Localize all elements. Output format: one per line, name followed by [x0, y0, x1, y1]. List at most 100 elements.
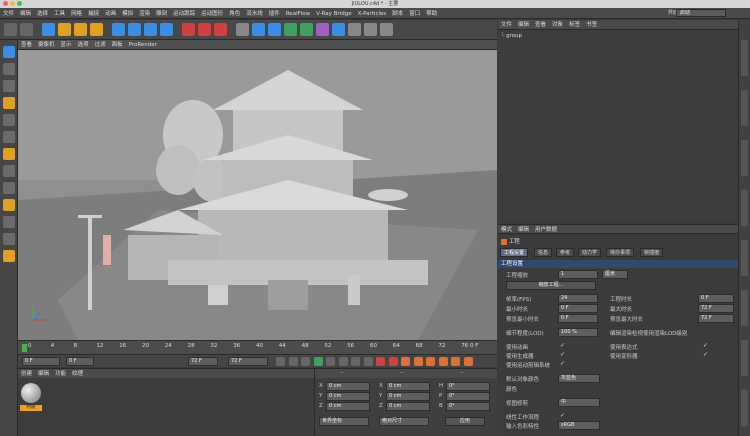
motion-system-checkbox[interactable]: ✓	[560, 360, 565, 367]
scene-icon[interactable]	[316, 23, 329, 36]
record-icon[interactable]	[376, 357, 385, 366]
material-menu-item[interactable]: 纹理	[69, 370, 86, 379]
next-key-icon[interactable]	[338, 357, 348, 366]
key-rot-icon[interactable]	[413, 357, 423, 366]
workplane-icon[interactable]	[3, 80, 15, 92]
menu-item[interactable]: 网格	[68, 9, 85, 20]
coord-scale-select[interactable]: 绝对尺寸	[379, 417, 429, 426]
attr-tab[interactable]: 帧插值	[640, 248, 664, 257]
rotate-icon[interactable]	[90, 23, 103, 36]
menu-item[interactable]: 工具	[51, 9, 68, 20]
object-menu-item[interactable]: 对象	[549, 20, 566, 30]
floor-icon[interactable]	[364, 23, 377, 36]
viewport-menu-item[interactable]: ProRender	[126, 40, 160, 50]
use-expression-checkbox[interactable]: ✓	[703, 342, 708, 349]
material-menu-item[interactable]: 功能	[52, 370, 69, 379]
lod-field[interactable]: 100 %	[558, 328, 598, 337]
scale-project-button[interactable]: 缩放工程...	[506, 281, 596, 290]
viewport[interactable]	[18, 50, 497, 340]
menu-item[interactable]: 角色	[226, 9, 243, 20]
texture-mode-icon[interactable]	[3, 63, 15, 75]
attr-tab[interactable]: 参考	[556, 248, 575, 257]
dock-tab[interactable]	[741, 240, 748, 276]
y-axis-icon[interactable]	[128, 23, 141, 36]
soft-select-icon[interactable]	[3, 250, 15, 262]
coord-mode-select[interactable]: 世界坐标	[319, 417, 369, 426]
viewport-menu-item[interactable]: 选项	[75, 40, 92, 50]
select-icon[interactable]	[42, 23, 55, 36]
viewport-menu-item[interactable]: 面板	[109, 40, 126, 50]
coord-field[interactable]: 0°	[446, 392, 490, 401]
menu-item[interactable]: 运动图形	[198, 9, 226, 20]
scale-icon[interactable]	[74, 23, 87, 36]
undo-icon[interactable]	[4, 23, 17, 36]
cube-icon[interactable]	[236, 23, 249, 36]
loop-icon[interactable]	[363, 357, 373, 366]
menu-item[interactable]: 编辑	[17, 9, 34, 20]
object-menu-item[interactable]: 文件	[498, 20, 515, 30]
viewport-menu-item[interactable]: 摄像机	[35, 40, 58, 50]
dock-tab[interactable]	[741, 140, 748, 176]
pen-icon[interactable]	[252, 23, 265, 36]
light-icon[interactable]	[348, 23, 361, 36]
start-frame-field[interactable]: 0 F	[66, 357, 94, 366]
menu-item[interactable]: 选择	[34, 9, 51, 20]
preview-max-field[interactable]: 72 F	[698, 314, 734, 323]
material-menu-item[interactable]: 编辑	[35, 370, 52, 379]
x-axis-icon[interactable]	[112, 23, 125, 36]
dock-tab[interactable]	[741, 190, 748, 226]
move-icon[interactable]	[58, 23, 71, 36]
menu-item[interactable]: X-Particles	[355, 9, 390, 20]
coord-field[interactable]: 0 cm	[326, 392, 370, 401]
sculpt-icon[interactable]	[3, 199, 15, 211]
linear-workflow-checkbox[interactable]: ✓	[560, 412, 565, 419]
playhead[interactable]	[22, 344, 27, 352]
preview-min-field[interactable]: 0 F	[558, 314, 598, 323]
timeline-icon[interactable]	[463, 357, 473, 366]
menu-item[interactable]: 流水线	[243, 9, 266, 20]
use-generators-checkbox[interactable]: ✓	[560, 351, 565, 358]
key-param-icon[interactable]	[438, 357, 448, 366]
attr-tab[interactable]: 信息	[534, 248, 553, 257]
coord-field[interactable]: 0 cm	[386, 402, 430, 411]
viewport-menu-item[interactable]: 显示	[58, 40, 75, 50]
points-icon[interactable]	[3, 97, 15, 109]
redo-icon[interactable]	[20, 23, 33, 36]
view-clip-select[interactable]: 中	[558, 398, 600, 407]
menu-item[interactable]: 模拟	[119, 9, 136, 20]
key-pos-icon[interactable]	[401, 357, 410, 366]
scale-unit-select[interactable]: 厘米	[602, 270, 628, 279]
viewport-menu-item[interactable]: 过滤	[92, 40, 109, 50]
coord-field[interactable]: 0°	[446, 402, 490, 411]
attr-tab[interactable]: 待办事项	[606, 248, 635, 257]
key-pla-icon[interactable]	[451, 357, 460, 366]
subdivide-icon[interactable]	[268, 23, 281, 36]
zoom-icon[interactable]	[17, 1, 22, 6]
default-color-select[interactable]: 灰蓝色	[558, 374, 600, 383]
dock-tab[interactable]	[741, 290, 748, 326]
object-menu-item[interactable]: 书签	[583, 20, 600, 30]
menu-item[interactable]: 运动跟踪	[170, 9, 198, 20]
menu-item[interactable]: 动画	[102, 9, 119, 20]
max-time-field[interactable]: 72 F	[698, 304, 734, 313]
enable-axis-icon[interactable]	[3, 216, 15, 228]
prev-key-icon[interactable]	[288, 357, 298, 366]
fps-field[interactable]: 24	[558, 294, 598, 303]
axis-icon[interactable]	[3, 148, 15, 160]
coord-field[interactable]: 0 cm	[326, 402, 370, 411]
deformer-icon[interactable]	[300, 23, 313, 36]
object-menu-item[interactable]: 标签	[566, 20, 583, 30]
render-view-icon[interactable]	[182, 23, 195, 36]
dock-tab[interactable]	[741, 390, 748, 426]
auto-key-icon[interactable]	[388, 357, 398, 366]
scale-field[interactable]: 1	[558, 270, 598, 279]
menu-item[interactable]: V-Ray Bridge	[313, 9, 354, 20]
render-icon[interactable]	[198, 23, 211, 36]
render-settings-icon[interactable]	[214, 23, 227, 36]
z-axis-icon[interactable]	[144, 23, 157, 36]
coord-field[interactable]: 0 cm	[386, 382, 430, 391]
coord-field[interactable]: 0 cm	[326, 382, 370, 391]
lock-icon[interactable]	[380, 23, 393, 36]
current-frame-field[interactable]: 0 F	[22, 357, 60, 366]
menu-item[interactable]: 脚本	[389, 9, 406, 20]
